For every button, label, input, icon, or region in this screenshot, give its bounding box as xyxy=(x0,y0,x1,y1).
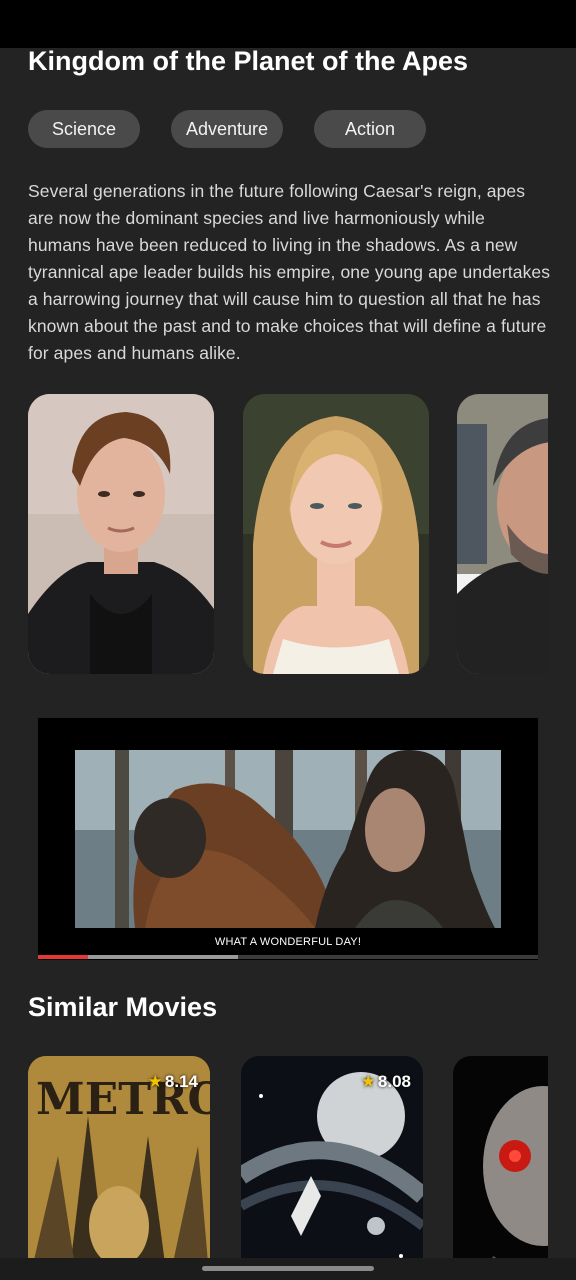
status-bar xyxy=(0,0,576,48)
trailer-player[interactable]: WHAT A WONDERFUL DAY! xyxy=(38,718,538,960)
genre-chip-adventure[interactable]: Adventure xyxy=(171,110,283,148)
similar-movie-card[interactable]: METROPOLIS ★8.14 xyxy=(28,1056,210,1260)
similar-movies-list[interactable]: METROPOLIS ★8.14 ★8.08 xyxy=(0,1056,548,1260)
system-nav-bar xyxy=(0,1258,576,1280)
cast-photo[interactable] xyxy=(457,394,548,674)
movie-rating: ★ 8.08 xyxy=(360,1072,411,1091)
similar-movie-card[interactable] xyxy=(453,1056,548,1260)
genre-chip-science[interactable]: Science xyxy=(28,110,140,148)
cast-list[interactable] xyxy=(0,394,548,676)
cast-photo[interactable] xyxy=(28,394,214,674)
video-frame[interactable] xyxy=(75,750,501,928)
home-gesture-handle[interactable] xyxy=(202,1266,374,1271)
star-icon: ★ xyxy=(147,1072,163,1091)
movie-overview: Several generations in the future follow… xyxy=(28,181,551,363)
movie-poster xyxy=(453,1056,548,1260)
movie-rating: ★ 8.14 xyxy=(147,1072,198,1091)
video-subtitle: WHAT A WONDERFUL DAY! xyxy=(214,936,362,948)
genre-chip-action[interactable]: Action xyxy=(314,110,426,148)
cast-photo[interactable] xyxy=(243,394,429,674)
similar-movie-card[interactable]: ★ 8.08 xyxy=(241,1056,423,1260)
movie-title: Kingdom of the Planet of the Apes xyxy=(28,46,469,76)
similar-movies-heading: Similar Movies xyxy=(28,992,218,1022)
video-progress-bar[interactable] xyxy=(38,955,538,959)
video-played-fill xyxy=(38,955,88,959)
star-icon: ★ xyxy=(360,1072,376,1091)
